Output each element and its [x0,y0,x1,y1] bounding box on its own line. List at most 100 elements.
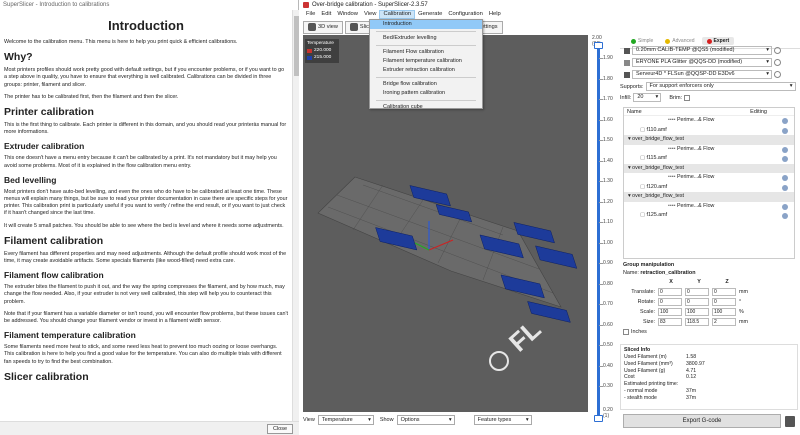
gear-icon[interactable] [774,71,781,78]
axis-y: Y [697,279,701,285]
menu-view[interactable]: View [361,10,379,19]
sliced-value: 37m [686,387,697,394]
view-select[interactable]: Temperature [317,415,374,425]
legend-item: 220.000 [307,48,337,53]
menu-edit[interactable]: Edit [318,10,334,19]
object-list-row[interactable]: ▪▪▪▪ Perime...& Flow [624,202,794,212]
filament-preset-combo[interactable]: ERYONE PLA Glitter @QQS-DD (modified) [632,58,772,67]
sliced-info: Sliced Info Used Filament (m) 1.58 Used Fi… [620,344,798,410]
size-y-field[interactable]: 118.5 [685,318,709,326]
legend-swatch [307,55,312,60]
edit-icon[interactable] [782,156,788,162]
menu-configuration[interactable]: Configuration [445,10,485,19]
axis-x: X [669,279,673,285]
object-list-row[interactable]: ▢ f125.amf [624,211,794,221]
edit-icon[interactable] [782,213,788,219]
help-paragraph: This one doesn't have a menu entry becau… [4,155,277,169]
brim-checkbox[interactable] [684,94,691,101]
printer-preset-combo[interactable]: Serveur4D * FLSun @QQSP-DD E3Dv6 [632,70,772,79]
help-paragraph: The extruder bites the filament to push … [4,284,285,305]
menu-bar: File Edit Window View Calibration Generate Con… [300,10,800,19]
scale-z-field[interactable]: 100 [712,308,736,316]
menu-item[interactable]: Filament temperature calibration [370,57,482,66]
slider-track[interactable] [597,45,600,415]
tab-icon [349,23,358,31]
mode-label: Simple [638,38,654,44]
object-list-row[interactable]: ▪▪▪▪ Perime...& Flow [624,173,794,183]
object-list-row[interactable]: ▪▪▪▪ Perime...& Flow [624,145,794,155]
supports-combo[interactable]: For support enforcers only [645,82,796,91]
gear-icon[interactable] [774,47,781,54]
menu-item[interactable]: Bed/Extruder levelling [370,34,482,43]
object-list-row[interactable]: ▾ over_bridge_flow_test [624,192,794,202]
menu-item[interactable]: Introduction [370,20,482,29]
sliced-value: 4.71 [686,367,697,374]
sd-card-icon[interactable] [785,416,795,427]
object-list-row[interactable]: ▾ over_bridge_flow_test [624,163,794,173]
menu-file[interactable]: File [303,10,318,19]
translate-z-field[interactable]: 0 [712,288,736,296]
help-footer: Close [0,421,299,435]
rotate-z-field[interactable]: 0 [712,298,736,306]
bed-logo: FL [489,314,547,371]
edit-icon[interactable] [782,203,788,210]
scale-x-field[interactable]: 100 [658,308,682,316]
object-list-row[interactable]: ▪▪▪▪ Perime...& Flow [624,116,794,126]
mode-advanced[interactable]: Advanced [660,37,699,45]
slider-tick-label: 1.90 [603,55,613,61]
edit-icon[interactable] [782,127,788,134]
slider-top-knob[interactable] [594,42,603,49]
print-preset[interactable]: 0.20mm CALIB-TEMP @QS5 (modified) [624,46,781,55]
menu-item[interactable]: Extruder retraction calibration [370,66,482,75]
show-select[interactable]: Options [396,415,455,425]
menu-window[interactable]: Window [334,10,361,19]
scale-y-field[interactable]: 100 [685,308,709,316]
help-heading: Extruder calibration [4,141,85,152]
scrollbar-thumb[interactable] [294,16,299,76]
feature-select[interactable]: Feature types [473,415,532,425]
object-list-row[interactable]: ▢ f110.amf [624,126,794,136]
size-x-field[interactable]: 83 [658,318,682,326]
size-z-field[interactable]: 2 [712,318,736,326]
inches-checkbox[interactable] [623,329,629,335]
sliced-row: - normal mode 37m [624,388,794,395]
translate-unit: mm [739,289,748,295]
object-list[interactable]: Name Editing ▪▪▪▪ Perime...& Flow ▢ f110.a… [623,107,795,259]
edit-icon[interactable] [782,175,788,181]
mode-expert[interactable]: Expert [701,37,735,45]
menu-generate[interactable]: Generate [415,10,445,19]
edit-icon[interactable] [782,146,788,153]
menu-item[interactable]: Bridge flow calibration [370,80,482,89]
mode-dot-icon [706,38,712,44]
slider-tick-label: 1.60 [603,116,613,123]
slider-bottom-knob[interactable] [594,415,603,422]
app-icon [303,2,309,8]
print-preset-combo[interactable]: 0.20mm CALIB-TEMP @QS5 (modified) [632,46,772,55]
gear-icon[interactable] [774,59,781,66]
edit-icon[interactable] [782,184,788,191]
menu-item[interactable]: Filament Flow calibration [370,48,482,57]
object-list-row[interactable]: ▾ over_bridge_flow_test [624,135,794,145]
menu-item[interactable]: Ironing pattern calibration [370,89,482,98]
close-button[interactable]: Close [267,424,293,434]
help-paragraph: This is the first thing to calibrate. Ea… [4,122,287,136]
translate-x-field[interactable]: 0 [658,288,682,296]
menu-calibration[interactable]: Calibration [379,10,416,19]
rotate-y-field[interactable]: 0 [685,298,709,306]
help-scrollbar[interactable] [292,10,299,421]
object-list-row[interactable]: ▢ f120.amf [624,183,794,193]
translate-y-field[interactable]: 0 [685,288,709,296]
infill-combo[interactable]: 20 [633,93,662,102]
tab-3d-view[interactable]: 3D view [303,20,343,34]
rotate-x-field[interactable]: 0 [658,298,682,306]
printer-preset[interactable]: Serveur4D * FLSun @QQSP-DD E3Dv6 [624,70,781,79]
filament-preset[interactable]: ERYONE PLA Glitter @QQS-DD (modified) [624,58,781,67]
help-heading: Introduction [108,18,184,33]
edit-icon[interactable] [782,118,788,124]
menu-help[interactable]: Help [486,10,504,19]
menu-item[interactable]: Calibration cube [370,103,482,112]
slider-tick-label: 1.20 [603,198,613,205]
export-gcode-button[interactable]: Export G-code [623,414,781,428]
object-list-row[interactable]: ▢ f115.amf [624,154,794,164]
mode-simple[interactable]: Simple [626,37,658,45]
